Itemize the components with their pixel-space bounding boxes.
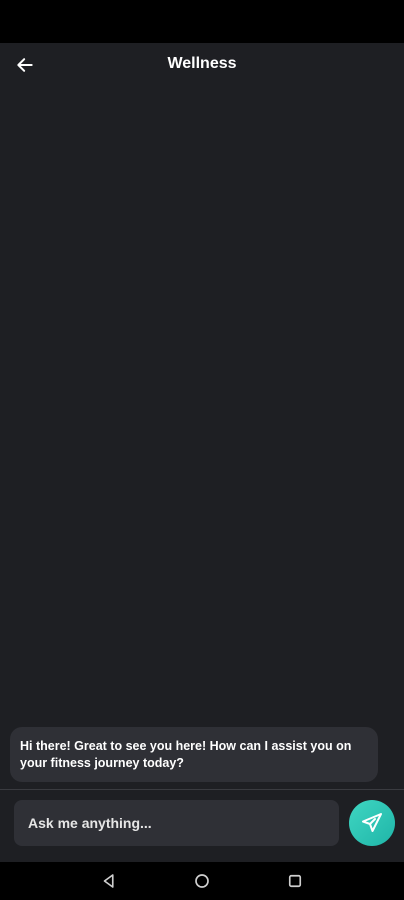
nav-back-button[interactable] xyxy=(97,869,121,893)
square-recents-icon xyxy=(288,874,302,888)
message-input[interactable] xyxy=(14,800,339,846)
nav-recents-button[interactable] xyxy=(283,869,307,893)
send-icon xyxy=(362,813,382,832)
status-bar xyxy=(0,0,404,43)
triangle-back-icon xyxy=(103,874,114,888)
send-button[interactable] xyxy=(349,800,395,846)
circle-home-icon xyxy=(195,874,209,888)
page-title: Wellness xyxy=(167,55,237,72)
app-bar: Wellness xyxy=(0,43,404,87)
composer-bar xyxy=(0,790,404,862)
chat-area: Hi there! Great to see you here! How can… xyxy=(0,87,404,789)
nav-home-button[interactable] xyxy=(190,869,214,893)
bot-message-bubble: Hi there! Great to see you here! How can… xyxy=(10,727,378,782)
screen: Wellness Hi there! Great to see you here… xyxy=(0,0,404,900)
system-nav-bar xyxy=(0,862,404,900)
